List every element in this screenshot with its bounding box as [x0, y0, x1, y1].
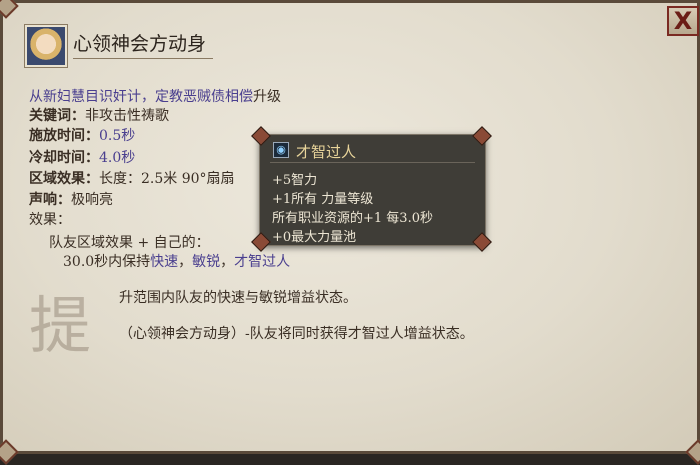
panel-corner-ornament — [685, 439, 700, 465]
cooldown-row: 冷却时间：4.0秒 — [29, 147, 135, 167]
effect-label: 效果： — [29, 212, 71, 228]
buff-tooltip: ◉ 才智过人 +5智力 +1所有 力量等级 所有职业资源的+1 每3.0秒 +0… — [251, 126, 492, 252]
summary-black-text: 升级 — [253, 89, 281, 105]
tooltip-corner-ornament — [251, 126, 271, 146]
panel-corner-ornament — [0, 0, 19, 19]
effect-line-2: 30.0秒内保持快速，敏锐，才智过人 — [63, 251, 290, 271]
keyword-label: 关键词： — [29, 108, 85, 124]
keyword-value: 非攻击性祷歌 — [85, 108, 169, 124]
title-underline — [73, 58, 213, 59]
effect-prefix: 30.0秒内保持 — [63, 254, 151, 270]
close-button[interactable]: X — [667, 6, 699, 36]
tooltip-title: 才智过人 — [296, 143, 357, 161]
effect-link-quick[interactable]: 快速 — [150, 254, 178, 270]
panel-corner-ornament — [0, 439, 19, 465]
tooltip-line: 所有职业资源的+1 每3.0秒 — [272, 211, 433, 226]
area-label: 区域效果： — [29, 171, 99, 187]
spell-title: 心领神会方动身 — [73, 33, 207, 55]
tooltip-corner-ornament — [472, 232, 492, 252]
effect-line-1: 队友区域效果 + 自己的： — [49, 235, 210, 251]
tooltip-line: +5智力 — [272, 173, 318, 188]
description-line-1: 升范围内队友的快速与敏锐增益状态。 — [119, 290, 357, 306]
area-row: 区域效果：长度：2.5米 90°扇扇 — [29, 168, 235, 188]
brain-icon: ◉ — [273, 142, 289, 158]
description-line-2: （心领神会方动身）-队友将同时获得才智过人增益状态。 — [119, 326, 474, 342]
sound-row: 声响：极响亮 — [29, 189, 113, 209]
area-value: 长度：2.5米 90°扇扇 — [99, 171, 235, 187]
keyword-row: 关键词：非攻击性祷歌 — [29, 105, 169, 125]
cast-time-value: 0.5秒 — [99, 128, 136, 144]
effect-separator: ， — [220, 254, 235, 270]
tooltip-divider — [270, 162, 475, 163]
background-glyph: 提 — [29, 289, 92, 362]
tooltip-corner-ornament — [472, 126, 492, 146]
summary-blue-text: 从新妇慧目识奸计，定教恶贼债相偿 — [29, 89, 253, 105]
spell-summary: 从新妇慧目识奸计，定教恶贼债相偿升级 — [29, 86, 281, 106]
tooltip-corner-ornament — [251, 232, 271, 252]
cooldown-value: 4.0秒 — [99, 150, 136, 166]
cooldown-label: 冷却时间： — [29, 150, 99, 166]
cast-time-label: 施放时间： — [29, 128, 99, 144]
cast-time-row: 施放时间：0.5秒 — [29, 125, 135, 145]
effect-link-brilliance[interactable]: 才智过人 — [234, 254, 290, 270]
ability-info-panel: X 心领神会方动身 从新妇慧目识奸计，定教恶贼债相偿升级 关键词：非攻击性祷歌 … — [0, 0, 700, 465]
effect-link-keen[interactable]: 敏锐 — [192, 254, 220, 270]
character-portrait-icon — [25, 25, 67, 67]
sound-value: 极响亮 — [71, 192, 113, 208]
tooltip-line: +1所有 力量等级 — [272, 192, 374, 207]
effect-separator: ， — [178, 254, 193, 270]
tooltip-line: +0最大力量池 — [272, 230, 357, 245]
sound-label: 声响： — [29, 192, 71, 208]
